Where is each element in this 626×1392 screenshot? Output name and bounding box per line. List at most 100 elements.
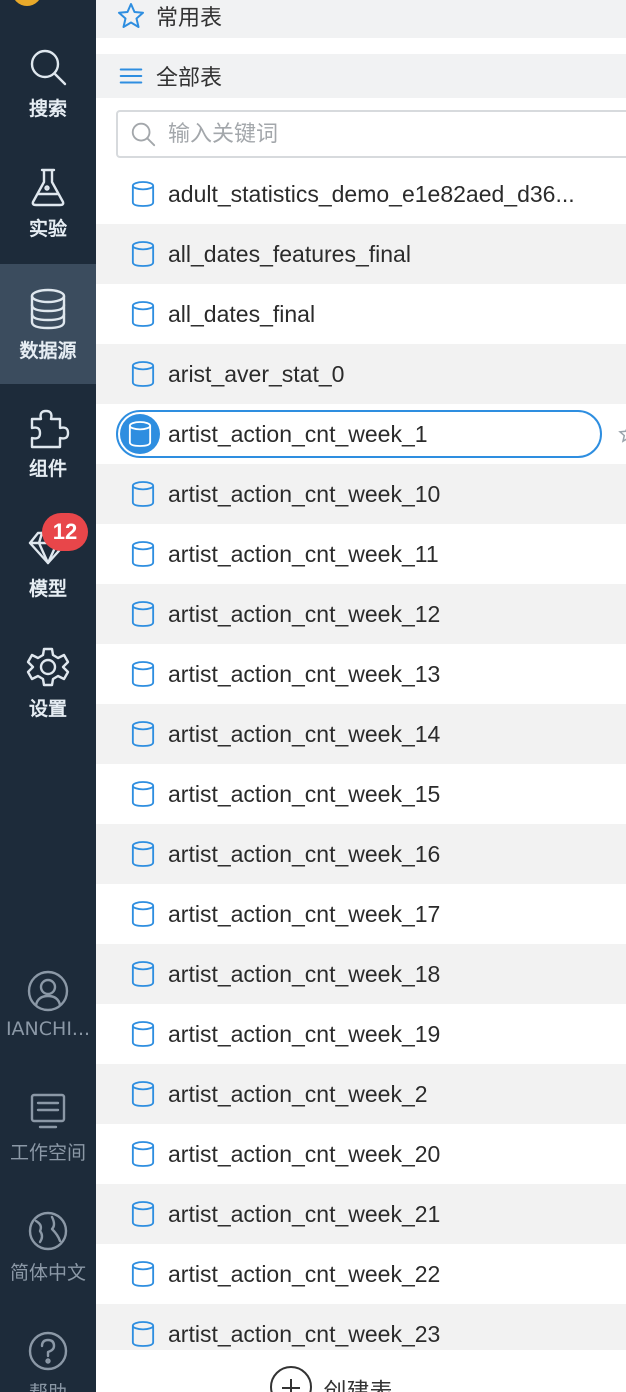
table-name: adult_statistics_demo_e1e82aed_d36... — [168, 180, 575, 207]
table-search-box[interactable] — [116, 110, 626, 158]
flask-icon — [25, 164, 71, 210]
table-row[interactable]: adult_statistics_demo_e1e82aed_d36... — [96, 164, 626, 224]
table-icon — [128, 1197, 158, 1231]
table-name: artist_action_cnt_week_10 — [168, 480, 441, 507]
nav-workspace-label: 工作空间 — [9, 1142, 86, 1164]
nav-search[interactable]: 搜索 — [0, 22, 96, 142]
table-name: all_dates_final — [168, 300, 316, 327]
help-icon — [25, 1328, 71, 1374]
favorites-label: 常用表 — [156, 6, 223, 31]
table-row[interactable]: arist_aver_stat_0 — [96, 344, 626, 404]
nav-account[interactable]: IANCHI... — [0, 946, 96, 1066]
nav-settings[interactable]: 设置 — [0, 622, 96, 742]
all-tables-header[interactable]: 全部表 — [96, 54, 626, 98]
table-row[interactable]: artist_action_cnt_week_19 — [96, 1004, 626, 1064]
table-icon — [128, 657, 158, 691]
table-icon — [128, 1017, 158, 1051]
table-icon — [128, 1317, 158, 1351]
table-row[interactable]: artist_action_cnt_week_16 — [96, 824, 626, 884]
table-row[interactable]: artist_action_cnt_week_21 — [96, 1184, 626, 1244]
table-panel: 常用表 全部表 adult_statistics_demo_e1e82aed_d… — [96, 0, 626, 1392]
all-tables-label: 全部表 — [156, 66, 223, 91]
nav-workspace[interactable]: 工作空间 — [0, 1066, 96, 1186]
nav-language[interactable]: 简体中文 — [0, 1186, 96, 1306]
table-icon — [128, 837, 158, 871]
nav-settings-label: 设置 — [28, 698, 67, 720]
table-icon — [128, 357, 158, 391]
table-row[interactable]: all_dates_features_final — [96, 224, 626, 284]
search-icon — [128, 119, 158, 149]
table-icon — [128, 1077, 158, 1111]
favorite-star-icon[interactable] — [618, 424, 626, 444]
nav-language-label: 简体中文 — [9, 1262, 86, 1284]
table-row[interactable]: artist_action_cnt_week_10 — [96, 464, 626, 524]
table-icon — [128, 717, 158, 751]
table-name: artist_action_cnt_week_12 — [168, 600, 441, 627]
plus-circle-icon — [269, 1366, 312, 1392]
nav-account-label: IANCHI... — [5, 1018, 91, 1040]
table-search-input[interactable] — [168, 121, 598, 147]
table-list: adult_statistics_demo_e1e82aed_d36...all… — [96, 164, 626, 1364]
table-name: artist_action_cnt_week_16 — [168, 840, 441, 867]
table-icon — [128, 177, 158, 211]
table-row[interactable]: artist_action_cnt_week_15 — [96, 764, 626, 824]
table-name: artist_action_cnt_week_1 — [168, 420, 428, 447]
nav-experiment-label: 实验 — [28, 218, 67, 240]
table-row[interactable]: artist_action_cnt_week_17 — [96, 884, 626, 944]
nav-components-label: 组件 — [28, 458, 67, 480]
nav-components[interactable]: 组件 — [0, 382, 96, 502]
table-row[interactable]: artist_action_cnt_week_20 — [96, 1124, 626, 1184]
table-name: artist_action_cnt_week_17 — [168, 900, 441, 927]
table-name: artist_action_cnt_week_2 — [168, 1080, 428, 1107]
table-name: artist_action_cnt_week_15 — [168, 780, 441, 807]
table-icon — [128, 237, 158, 271]
table-icon — [128, 597, 158, 631]
globe-icon — [25, 1208, 71, 1254]
table-row[interactable]: artist_action_cnt_week_13 — [96, 644, 626, 704]
table-row[interactable]: artist_action_cnt_week_2 — [96, 1064, 626, 1124]
table-icon — [128, 1257, 158, 1291]
table-icon — [128, 957, 158, 991]
table-icon — [120, 414, 160, 454]
table-name: artist_action_cnt_week_20 — [168, 1140, 441, 1167]
table-row[interactable]: artist_action_cnt_week_11 — [96, 524, 626, 584]
table-row[interactable]: artist_action_cnt_week_22 — [96, 1244, 626, 1304]
side-nav: 搜索 实验 数据源 组件 模型 设置 12 IANCHI... 工作空间 简体中… — [0, 0, 96, 1392]
table-icon — [128, 297, 158, 331]
star-icon — [114, 0, 148, 33]
table-name: artist_action_cnt_week_22 — [168, 1260, 441, 1287]
table-icon — [128, 537, 158, 571]
table-name: artist_action_cnt_week_14 — [168, 720, 441, 747]
table-row[interactable]: all_dates_final — [96, 284, 626, 344]
nav-search-label: 搜索 — [28, 98, 67, 120]
table-name: artist_action_cnt_week_19 — [168, 1020, 441, 1047]
nav-datasource-label: 数据源 — [19, 340, 77, 362]
puzzle-icon — [25, 404, 71, 450]
table-row[interactable]: artist_action_cnt_week_1 — [96, 404, 626, 464]
table-row[interactable]: artist_action_cnt_week_12 — [96, 584, 626, 644]
nav-datasource[interactable]: 数据源 — [0, 264, 96, 384]
nav-help[interactable]: 帮助 — [0, 1306, 96, 1392]
workspace-icon — [25, 1088, 71, 1134]
menu-icon — [114, 59, 148, 93]
search-icon — [25, 44, 71, 90]
nav-models-label: 模型 — [28, 578, 67, 600]
table-row[interactable]: artist_action_cnt_week_18 — [96, 944, 626, 1004]
table-name: artist_action_cnt_week_23 — [168, 1320, 441, 1347]
table-name: artist_action_cnt_week_11 — [168, 540, 439, 567]
table-name: artist_action_cnt_week_18 — [168, 960, 441, 987]
table-icon — [128, 1137, 158, 1171]
table-icon — [128, 477, 158, 511]
nav-experiment[interactable]: 实验 — [0, 142, 96, 262]
database-icon — [25, 286, 71, 332]
models-count-badge: 12 — [42, 513, 88, 551]
table-name: artist_action_cnt_week_13 — [168, 660, 441, 687]
create-table-bar[interactable]: 创建表 — [96, 1350, 626, 1392]
table-name: all_dates_features_final — [168, 240, 411, 267]
table-name: artist_action_cnt_week_21 — [168, 1200, 441, 1227]
table-icon — [128, 777, 158, 811]
table-row[interactable]: artist_action_cnt_week_14 — [96, 704, 626, 764]
notification-dot — [12, 0, 42, 6]
favorites-header[interactable]: 常用表 — [96, 0, 626, 38]
user-icon — [25, 968, 71, 1014]
